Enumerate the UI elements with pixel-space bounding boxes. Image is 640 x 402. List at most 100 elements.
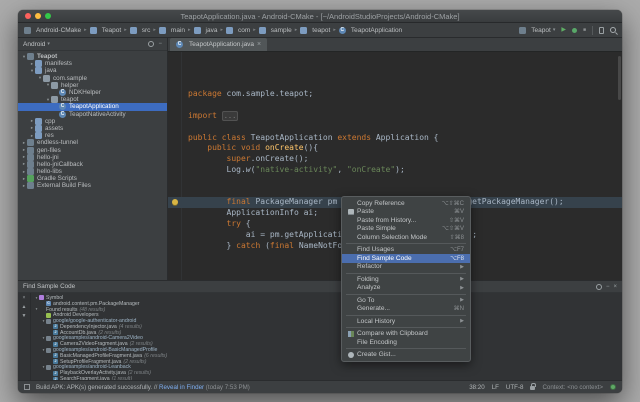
gear-icon[interactable] [595,283,602,290]
minimize-window-button[interactable] [35,13,41,19]
tree-item[interactable]: C NDKHelper [18,89,167,97]
menu-item[interactable]: File Encoding [342,338,470,347]
menu-item[interactable]: Paste Simple ⌥⇧⌘V [342,225,470,234]
java-icon: J [53,341,58,347]
tree-item[interactable]: ▸ Gradle Scripts [18,175,167,183]
lock-icon[interactable] [530,383,537,390]
breadcrumb-item[interactable]: main [158,26,185,34]
menu-item[interactable]: Find Sample Code ⌥F8 [342,254,470,263]
tree-item[interactable]: ▸ gen-files [18,146,167,154]
menu-item[interactable]: Column Selection Mode ⇧⌘8 [342,233,470,242]
stop-button[interactable]: ■ [583,27,586,33]
breadcrumb-item[interactable]: Android-CMake [24,26,81,34]
intention-bulb-icon[interactable] [172,199,178,206]
code-token: extends [337,132,376,142]
code-line[interactable] [168,122,622,133]
tree-item[interactable]: ▸ hello-libs [18,168,167,176]
menu-item[interactable]: Analyze ▶ [342,284,470,293]
folder-icon [35,132,42,140]
menu-item[interactable]: Folding ▶ [342,275,470,284]
breadcrumb-item[interactable]: com [225,26,250,34]
debug-button[interactable] [571,27,577,33]
close-tab-icon[interactable]: × [257,41,261,48]
menu-item[interactable]: Local History ▶ [342,317,470,326]
breadcrumb-item[interactable]: sample [258,26,292,34]
breadcrumb-item[interactable]: Teapot [89,26,121,34]
menu-item[interactable]: Copy Reference ⌥⇧⌘C [342,199,470,208]
search-icon[interactable] [610,27,616,33]
breadcrumb-label: sample [270,26,292,34]
tree-item[interactable]: ▸ res [18,132,167,140]
code-line[interactable]: import ... [168,110,622,122]
tree-item[interactable]: ▸ hello-jni [18,153,167,161]
code-line[interactable]: Log.w("native-activity", "onCreate"); [168,165,622,176]
close-icon[interactable]: × [23,295,26,301]
repo-icon [46,364,51,370]
tree-item[interactable]: ▸ cpp [18,117,167,125]
encoding-indicator[interactable]: UTF-8 [506,384,524,391]
run-toolbar: Teapot ▾ ▶ ■ [519,25,616,35]
editor-scrollbar[interactable] [618,56,621,100]
tree-item[interactable]: ▸ External Build Files [18,182,167,190]
toolwindow-toggle-icon[interactable] [24,384,30,390]
tree-item[interactable]: ▸ assets [18,124,167,132]
close-window-button[interactable] [25,13,31,19]
code-line[interactable]: public void onCreate(){ [168,143,622,154]
tree-item[interactable]: ▾ Teapot [18,53,167,61]
menu-item[interactable]: Create Gist... [342,351,470,360]
menu-item[interactable]: Paste ⌘V [342,208,470,217]
minimize-panel-icon[interactable]: − [606,284,610,290]
tree-item[interactable]: C TeapotNativeActivity [18,110,167,118]
breadcrumb-item[interactable]: C TeapotApplication [338,26,402,34]
tree-item[interactable]: ▾ com.sample [18,74,167,82]
breadcrumb-item[interactable]: teapot [300,26,330,34]
run-button[interactable]: ▶ [561,27,566,33]
module-icon [27,53,34,61]
tree-item[interactable]: C TeapotApplication [18,103,167,111]
tree-item[interactable]: ▸ manifests [18,60,167,68]
inspections-profile-icon[interactable] [610,384,616,390]
tree-item[interactable]: ▾ teapot [18,96,167,104]
reveal-in-finder-link[interactable]: Reveal in Finder [159,384,204,391]
menu-item[interactable]: Compare with Clipboard [342,330,470,339]
editor-tab-bar: C TeapotApplication.java × [168,38,622,52]
code-line[interactable]: package com.sample.teapot; [168,89,622,100]
chevron-down-icon: ▾ [47,41,50,47]
breadcrumb-item[interactable]: src [129,26,150,34]
project-view-selector[interactable]: Android [23,41,45,48]
code-line[interactable] [168,176,622,187]
gear-icon[interactable] [148,41,155,47]
java-icon: J [53,324,58,330]
menu-item[interactable]: Refactor ▶ [342,263,470,272]
hide-panel-icon[interactable]: − [158,41,162,47]
window-controls [25,13,51,19]
breadcrumb-item[interactable]: java [193,26,217,34]
tree-item[interactable]: ▸ endless-tunnel [18,139,167,147]
menu-item[interactable]: Find Usages ⌥F7 [342,246,470,255]
run-configuration-select[interactable]: Teapot ▾ [519,26,555,34]
tree-item-label: endless-tunnel [37,139,78,147]
tree-item[interactable]: ▸ hello-jniCallback [18,160,167,168]
close-panel-icon[interactable]: × [613,284,617,290]
menu-item[interactable]: Go To ▶ [342,296,470,305]
code-line[interactable]: super.onCreate(); [168,154,622,165]
editor-tab[interactable]: C TeapotApplication.java × [170,38,268,51]
caret-position[interactable]: 38:20 [469,384,484,391]
code-line[interactable] [168,100,622,111]
tree-item[interactable]: ▾ helper [18,81,167,89]
code-token: (){ [303,143,319,153]
code-token: .onCreate(); [250,154,309,164]
expand-all-icon[interactable]: ▲ [22,304,27,310]
code-line[interactable]: public class TeapotApplication extends A… [168,133,622,144]
class-file-icon: C [176,41,183,48]
zoom-window-button[interactable] [45,13,51,19]
avd-manager-icon[interactable] [599,26,604,34]
menu-item-label: Local History [357,317,396,325]
collapse-all-icon[interactable]: ▼ [22,313,27,319]
title-bar[interactable]: TeapotApplication.java - Android-CMake -… [18,10,622,23]
package-icon [51,81,58,89]
line-ending-indicator[interactable]: LF [492,384,499,391]
tree-item[interactable]: ▾ java [18,67,167,75]
menu-item[interactable]: Generate... ⌘N [342,305,470,314]
menu-item[interactable]: Paste from History... ⇧⌘V [342,216,470,225]
